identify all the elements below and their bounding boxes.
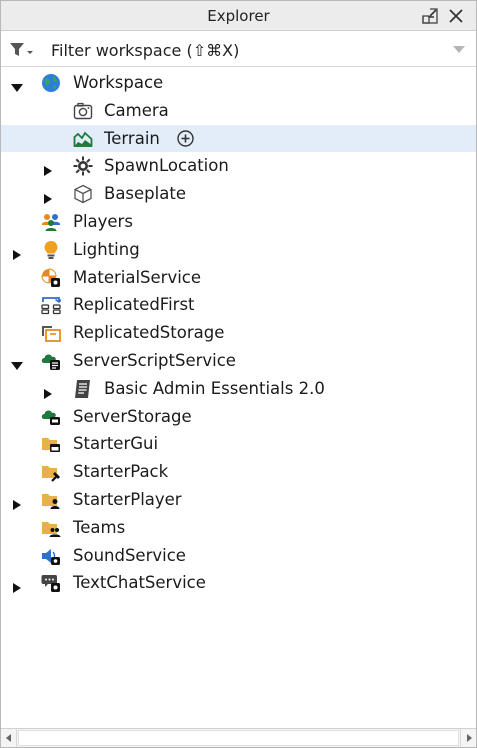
chat-icon <box>41 573 61 593</box>
tree-item-baseplate[interactable]: Baseplate <box>1 180 476 208</box>
add-object-icon[interactable] <box>177 129 194 147</box>
tree-item-label: Lighting <box>73 239 140 259</box>
server-storage-icon <box>41 407 61 427</box>
spawn-gear-icon <box>73 156 93 176</box>
lightbulb-icon <box>41 240 61 260</box>
cube-icon <box>73 184 93 204</box>
filter-bar <box>1 32 476 67</box>
tree-item-label: ReplicatedFirst <box>73 295 195 315</box>
tree-item-serverscriptservice[interactable]: ServerScriptService <box>1 347 476 375</box>
terrain-icon <box>73 129 93 149</box>
expand-arrow-icon[interactable] <box>42 384 54 399</box>
tree-item-label: MaterialService <box>73 267 202 287</box>
tree-item-textchatservice[interactable]: TextChatService <box>1 569 476 597</box>
tree-item-materialservice[interactable]: MaterialService <box>1 264 476 292</box>
expand-arrow-icon[interactable] <box>11 578 23 594</box>
chevron-down-icon[interactable] <box>453 46 465 54</box>
expand-arrow-icon[interactable] <box>11 495 23 510</box>
tree-item-label: Terrain <box>104 128 160 148</box>
tree-item-terrain[interactable]: Terrain <box>1 124 476 153</box>
tree-item-workspace[interactable]: Workspace <box>1 69 476 97</box>
replicated-first-icon <box>41 295 63 315</box>
tree-item-label: StarterGui <box>73 434 159 454</box>
explorer-panel: Explorer Workspace Camera Terrain SpawnLoca… <box>0 0 477 748</box>
scroll-left-icon <box>6 734 11 742</box>
starter-player-icon <box>41 490 61 510</box>
tree-item-label: ServerStorage <box>73 406 192 426</box>
globe-icon <box>41 73 61 93</box>
material-service-icon <box>41 268 61 288</box>
tree-item-label: Teams <box>73 517 126 537</box>
tree-item-label: Players <box>73 211 133 231</box>
tree-item-label: StarterPlayer <box>73 489 182 509</box>
camera-icon <box>73 101 93 121</box>
scroll-right-icon <box>467 734 472 742</box>
tree-item-replicatedfirst[interactable]: ReplicatedFirst <box>1 291 476 319</box>
scrollbar-track[interactable] <box>18 730 459 746</box>
collapse-arrow-icon[interactable] <box>11 78 23 92</box>
tree-item-camera[interactable]: Camera <box>1 97 476 125</box>
tree-item-label: Workspace <box>73 73 164 92</box>
tree-item-label: Baseplate <box>104 184 186 204</box>
horizontal-scrollbar[interactable] <box>1 728 476 747</box>
starter-gui-icon <box>41 434 61 454</box>
expand-arrow-icon[interactable] <box>11 245 23 260</box>
undock-icon[interactable] <box>421 7 439 25</box>
script-icon <box>73 379 93 399</box>
tree-item-starterpack[interactable]: StarterPack <box>1 458 476 486</box>
tree-item-serverstorage[interactable]: ServerStorage <box>1 403 476 431</box>
tree-item-teams[interactable]: Teams <box>1 514 476 542</box>
filter-input[interactable] <box>51 38 441 62</box>
tree-item-label: Basic Admin Essentials 2.0 <box>104 378 325 398</box>
tree-item-players[interactable]: Players <box>1 208 476 236</box>
tree-item-label: SoundService <box>73 545 186 565</box>
players-icon <box>41 212 61 232</box>
tree-item-label: ServerScriptService <box>73 350 236 370</box>
tree-item-replicatedstorage[interactable]: ReplicatedStorage <box>1 319 476 347</box>
expand-arrow-icon[interactable] <box>42 189 54 205</box>
tree-item-label: TextChatService <box>73 573 206 593</box>
tree-item-startergui[interactable]: StarterGui <box>1 430 476 458</box>
tree-item-label: SpawnLocation <box>104 156 229 176</box>
scroll-right-button[interactable] <box>460 729 476 747</box>
tree-item-label: Camera <box>104 100 169 120</box>
scroll-left-button[interactable] <box>1 729 17 747</box>
replicated-storage-icon <box>41 323 61 343</box>
tree-item-basic-admin-essentials[interactable]: Basic Admin Essentials 2.0 <box>1 375 476 403</box>
tree-item-lighting[interactable]: Lighting <box>1 236 476 264</box>
expand-arrow-icon[interactable] <box>42 161 54 177</box>
teams-icon <box>41 518 61 538</box>
panel-title: Explorer <box>207 7 270 25</box>
close-icon[interactable] <box>447 7 465 25</box>
tree-item-starterplayer[interactable]: StarterPlayer <box>1 486 476 514</box>
tree-item-label: StarterPack <box>73 462 169 482</box>
tree-item-label: ReplicatedStorage <box>73 323 225 343</box>
title-bar: Explorer <box>1 1 476 31</box>
server-script-service-icon <box>41 351 61 371</box>
tree-item-spawnlocation[interactable]: SpawnLocation <box>1 152 476 180</box>
starter-pack-icon <box>41 462 61 482</box>
collapse-arrow-icon[interactable] <box>11 356 23 370</box>
speaker-icon <box>41 546 61 566</box>
explorer-tree: Workspace Camera Terrain SpawnLocation Basep… <box>1 69 476 597</box>
filter-icon[interactable] <box>9 42 35 58</box>
tree-item-soundservice[interactable]: SoundService <box>1 542 476 570</box>
